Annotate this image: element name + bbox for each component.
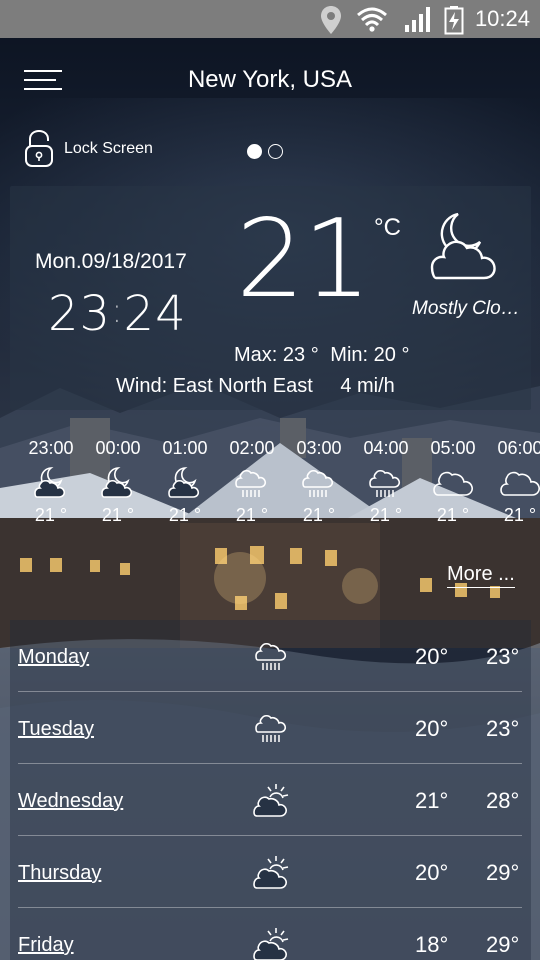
hourly-time: 03:00 bbox=[296, 438, 342, 458]
cloud-icon bbox=[433, 471, 473, 496]
day-high-temp: 23° bbox=[486, 644, 520, 669]
hourly-item[interactable]: 03:00 21 ° bbox=[285, 438, 353, 526]
day-name[interactable]: Monday bbox=[18, 646, 89, 669]
daily-row[interactable]: Tuesday 20° 23° bbox=[18, 692, 522, 764]
cloud-icon bbox=[500, 471, 540, 496]
daily-row[interactable]: Friday 18° 29° bbox=[18, 908, 522, 960]
hourly-item[interactable]: 04:00 21 ° bbox=[352, 438, 420, 526]
hourly-time: 00:00 bbox=[95, 438, 141, 458]
hourly-item[interactable]: 06:00 21 ° bbox=[486, 438, 540, 526]
day-high-temp: 28° bbox=[486, 788, 520, 813]
condition-text: Mostly Cloudy bbox=[412, 298, 530, 319]
day-high-temp: 23° bbox=[486, 716, 520, 741]
rain-cloud-icon bbox=[369, 469, 401, 497]
moon-cloud-icon bbox=[430, 212, 496, 280]
moon-cloud-icon bbox=[168, 467, 200, 498]
hourly-time: 02:00 bbox=[229, 438, 275, 458]
signal-icon bbox=[405, 7, 430, 32]
hourly-temp: 21 ° bbox=[168, 505, 202, 525]
sun-cloud-icon bbox=[253, 856, 289, 889]
hourly-time: 23:00 bbox=[28, 438, 74, 458]
more-link[interactable]: More ... bbox=[447, 563, 515, 588]
hourly-temp: 21 ° bbox=[101, 505, 135, 525]
daily-forecast: Monday 20° 23° Tuesday 20° 23° Wednesday 21° 28°… bbox=[10, 620, 531, 960]
hourly-item[interactable]: 01:00 21 ° bbox=[151, 438, 219, 526]
current-temperature: 21 bbox=[236, 197, 371, 322]
unlock-icon bbox=[25, 130, 53, 167]
rain-cloud-icon bbox=[235, 469, 267, 497]
hourly-item[interactable]: 02:00 21 ° bbox=[218, 438, 286, 526]
hourly-item[interactable]: 23:00 21 ° bbox=[17, 438, 85, 526]
daily-row[interactable]: Thursday 20° 29° bbox=[18, 836, 522, 908]
daily-row[interactable]: Monday 20° 23° bbox=[18, 620, 522, 692]
wind-info: Wind: East North East 4 mi/h bbox=[116, 375, 395, 397]
max-min-temps: Max: 23 ° Min: 20 ° bbox=[234, 344, 410, 366]
rain-cloud-icon bbox=[302, 469, 334, 497]
location-icon bbox=[321, 6, 341, 34]
moon-cloud-icon bbox=[34, 467, 66, 498]
day-name[interactable]: Tuesday bbox=[18, 718, 94, 741]
hourly-temp: 21 ° bbox=[235, 505, 269, 525]
daily-row[interactable]: Wednesday 21° 28° bbox=[18, 764, 522, 836]
day-name[interactable]: Thursday bbox=[18, 862, 101, 885]
rain-cloud-icon bbox=[255, 714, 287, 742]
lock-screen-button[interactable]: Lock Screen bbox=[24, 130, 153, 168]
temperature-unit: °C bbox=[374, 214, 401, 241]
day-low-temp: 20° bbox=[415, 644, 449, 669]
hourly-time: 04:00 bbox=[363, 438, 409, 458]
day-low-temp: 21° bbox=[415, 788, 449, 813]
page-indicator[interactable] bbox=[247, 144, 283, 159]
day-high-temp: 29° bbox=[486, 860, 520, 885]
current-weather-card: Mon.09/18/2017 23:24 21 °C Mostly Cloudy… bbox=[10, 186, 531, 410]
day-low-temp: 20° bbox=[415, 860, 449, 885]
hourly-time: 06:00 bbox=[497, 438, 540, 458]
lock-screen-label: Lock Screen bbox=[64, 140, 153, 157]
page-dot-active[interactable] bbox=[247, 144, 262, 159]
moon-cloud-icon bbox=[101, 467, 133, 498]
hourly-time: 05:00 bbox=[430, 438, 476, 458]
day-high-temp: 29° bbox=[486, 932, 520, 957]
hourly-temp: 21 ° bbox=[503, 505, 537, 525]
day-low-temp: 20° bbox=[415, 716, 449, 741]
current-clock: 23:24 bbox=[48, 286, 187, 342]
hourly-temp: 21 ° bbox=[369, 505, 403, 525]
hourly-temp: 21 ° bbox=[436, 505, 470, 525]
hourly-temp: 21 ° bbox=[302, 505, 336, 525]
sun-cloud-icon bbox=[253, 928, 289, 960]
status-time: 10:24 bbox=[474, 6, 530, 31]
wifi-icon bbox=[357, 7, 387, 32]
rain-cloud-icon bbox=[255, 642, 287, 670]
sun-cloud-icon bbox=[253, 784, 289, 817]
hourly-item[interactable]: 05:00 21 ° bbox=[419, 438, 487, 526]
battery-charging-icon bbox=[444, 6, 464, 35]
location-title[interactable]: New York, USA bbox=[0, 66, 540, 94]
day-low-temp: 18° bbox=[415, 932, 449, 957]
status-bar: 10:24 bbox=[0, 0, 540, 38]
hourly-item[interactable]: 00:00 21 ° bbox=[84, 438, 152, 526]
hourly-forecast[interactable]: 23:00 21 ° 00:00 21 ° 01:00 21 ° 02:00 21 ° 03:0… bbox=[0, 438, 540, 548]
hourly-temp: 21 ° bbox=[34, 505, 68, 525]
page-dot[interactable] bbox=[268, 144, 283, 159]
day-name[interactable]: Wednesday bbox=[18, 790, 123, 813]
hourly-time: 01:00 bbox=[162, 438, 208, 458]
current-date: Mon.09/18/2017 bbox=[35, 250, 187, 273]
day-name[interactable]: Friday bbox=[18, 934, 74, 957]
